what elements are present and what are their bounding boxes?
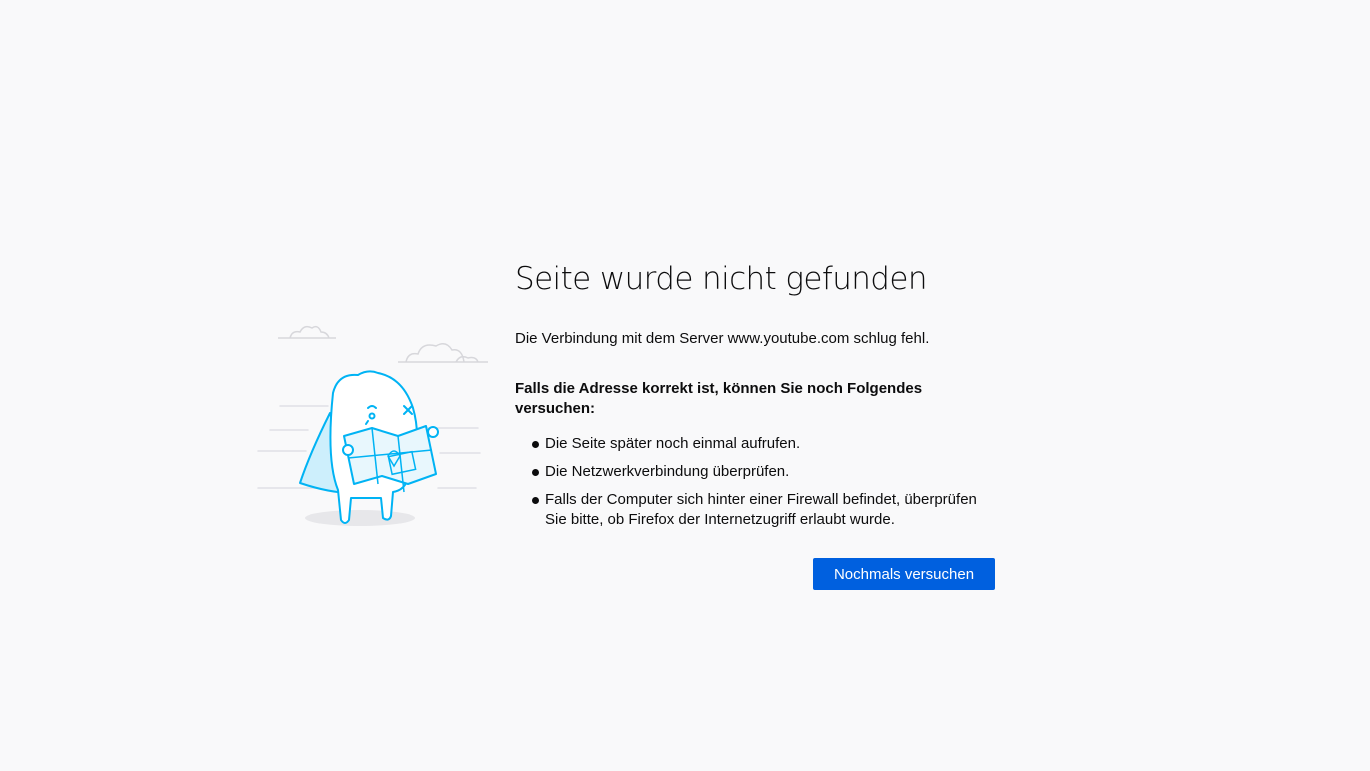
error-page: Seite wurde nicht gefunden Die Verbindun… xyxy=(0,0,1370,771)
lost-dino-with-map-icon xyxy=(248,318,488,533)
error-content: Seite wurde nicht gefunden Die Verbindun… xyxy=(515,258,1000,538)
suggestion-item: Die Netzwerkverbindung überprüfen. xyxy=(515,462,1000,482)
suggestion-text: Die Seite später noch einmal aufrufen. xyxy=(545,435,801,452)
suggestions-heading: Falls die Adresse korrekt ist, können Si… xyxy=(515,380,923,417)
suggestion-text: Falls der Computer sich hinter einer Fir… xyxy=(545,491,977,528)
error-description: Die Verbindung mit dem Server www.youtub… xyxy=(515,330,930,347)
suggestion-item: Die Seite später noch einmal aufrufen. xyxy=(515,434,1000,454)
bullet-icon xyxy=(532,497,539,504)
bullet-icon xyxy=(532,441,539,448)
bullet-icon xyxy=(532,469,539,476)
suggestions-list: Die Seite später noch einmal aufrufen. D… xyxy=(515,434,1000,530)
page-title: Seite wurde nicht gefunden xyxy=(515,261,928,297)
suggestion-item: Falls der Computer sich hinter einer Fir… xyxy=(515,490,1000,530)
retry-button[interactable]: Nochmals versuchen xyxy=(813,558,995,590)
suggestion-text: Die Netzwerkverbindung überprüfen. xyxy=(545,463,790,480)
